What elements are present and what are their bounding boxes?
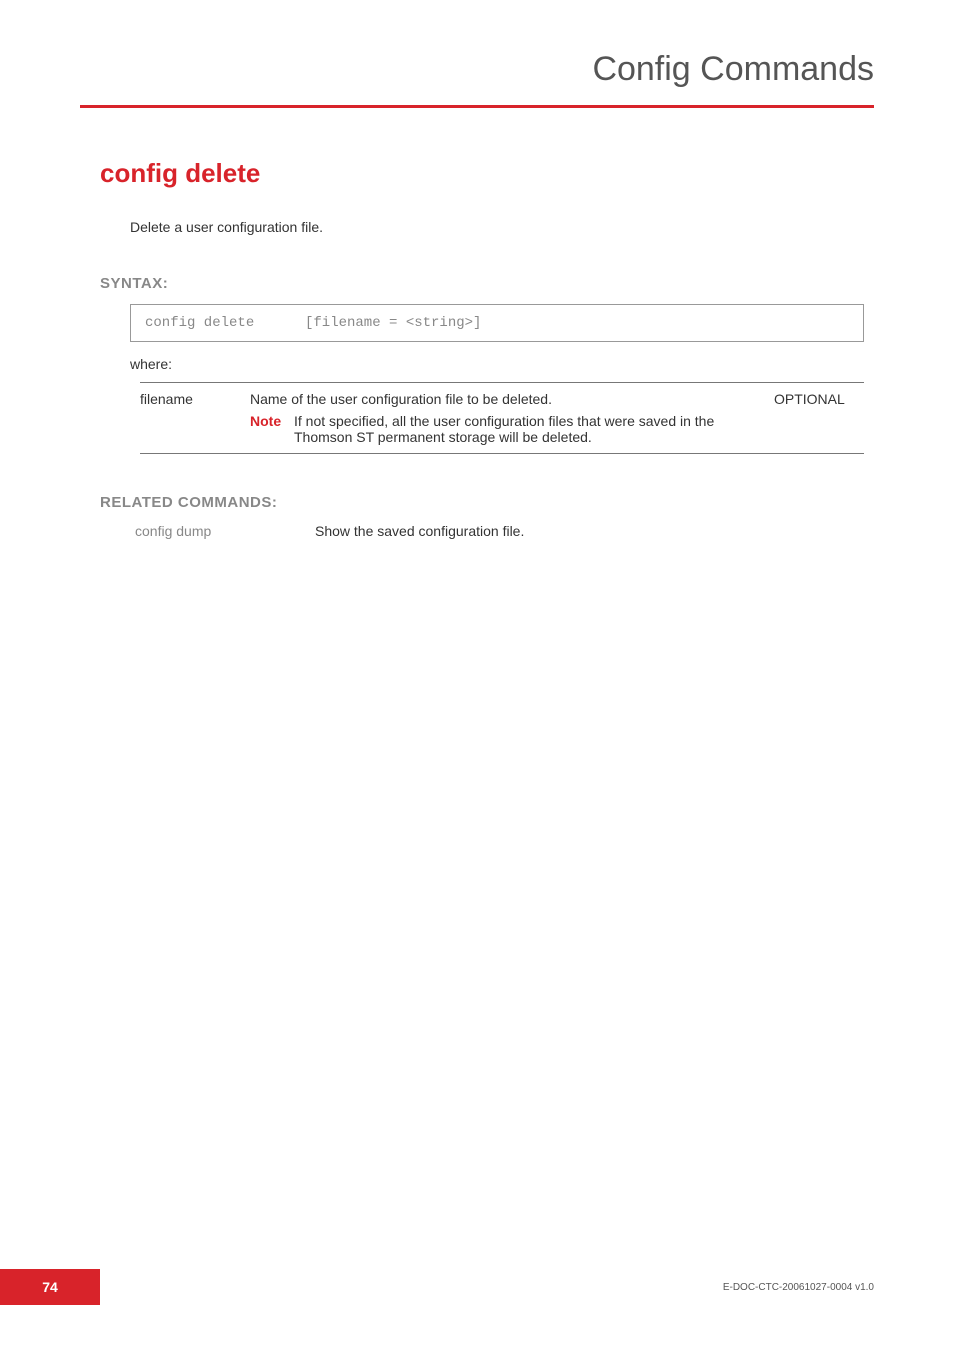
command-description: Delete a user configuration file. [130, 219, 874, 235]
page-number: 74 [0, 1269, 100, 1305]
syntax-cmd: config delete [145, 315, 305, 331]
syntax-label: SYNTAX: [100, 275, 874, 292]
syntax-args: [filename = <string>] [305, 315, 481, 331]
param-optional: OPTIONAL [774, 391, 864, 407]
note-text: If not specified, all the user configura… [294, 413, 754, 445]
where-label: where: [130, 356, 874, 372]
param-row: filename Name of the user configuration … [140, 383, 864, 453]
param-note-row: Note If not specified, all the user conf… [250, 413, 754, 445]
header-rule [80, 105, 874, 108]
related-cmd: config dump [135, 523, 315, 539]
param-table: filename Name of the user configuration … [140, 382, 864, 454]
syntax-box: config delete[filename = <string>] [130, 304, 864, 342]
param-desc-col: Name of the user configuration file to b… [250, 391, 774, 445]
related-desc: Show the saved configuration file. [315, 523, 524, 539]
param-desc: Name of the user configuration file to b… [250, 391, 754, 407]
param-name: filename [140, 391, 250, 407]
related-label: RELATED COMMANDS: [100, 494, 874, 511]
note-label: Note [250, 413, 294, 429]
command-title: config delete [100, 158, 874, 189]
related-section: RELATED COMMANDS: config dump Show the s… [80, 494, 874, 539]
footer-doc-id: E-DOC-CTC-20061027-0004 v1.0 [723, 1282, 874, 1293]
chapter-title: Config Commands [80, 50, 874, 105]
related-row: config dump Show the saved configuration… [135, 523, 874, 539]
footer: 74 E-DOC-CTC-20061027-0004 v1.0 [0, 1269, 954, 1305]
